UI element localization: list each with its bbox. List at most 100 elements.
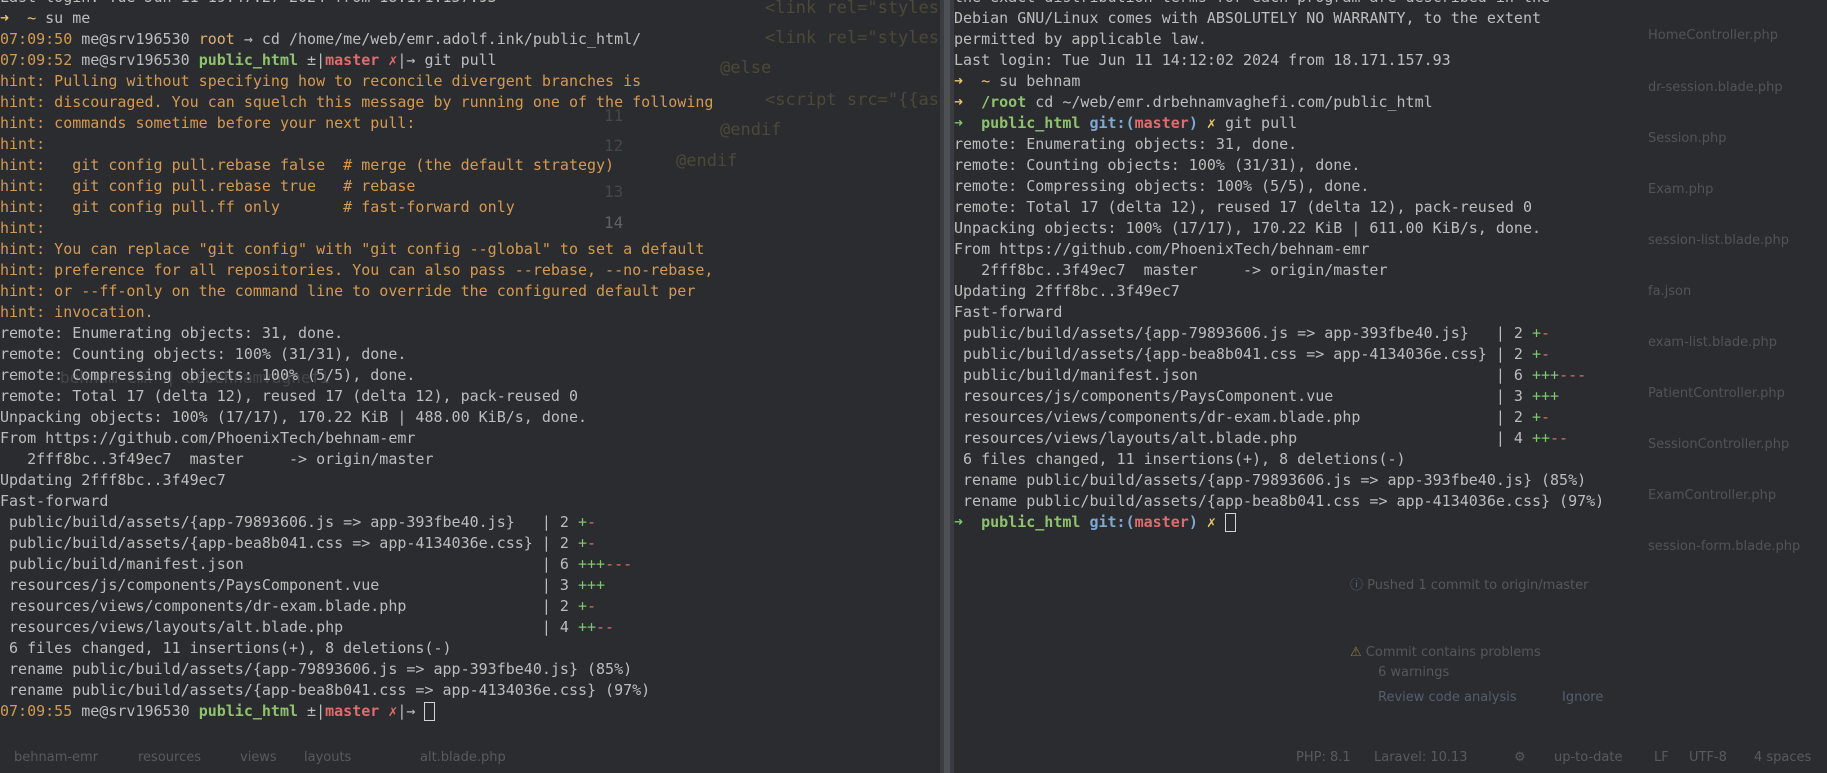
terminal-text: public_html	[198, 702, 299, 720]
terminal-line: Last login: Tue Jun 11 14:12:02 2024 fro…	[954, 50, 1604, 71]
terminal-text: +++	[1531, 366, 1560, 384]
terminal-text: Updating 2fff8bc..3f49ec7	[954, 282, 1180, 300]
terminal-line: hint: Pulling without specifying how to …	[0, 71, 713, 92]
terminal-line: public/build/assets/{app-bea8b041.css =>…	[0, 533, 713, 554]
terminal-text: permitted by applicable law.	[954, 30, 1207, 48]
terminal-line: public/build/manifest.json | 6 +++---	[0, 554, 713, 575]
terminal-text: resources/js/components/PaysComponent.vu…	[954, 387, 1532, 405]
terminal-line: Unpacking objects: 100% (17/17), 170.22 …	[954, 218, 1604, 239]
status-encoding[interactable]: UTF-8	[1689, 750, 1727, 765]
terminal-text: 6 files changed, 11 insertions(+), 8 del…	[0, 639, 452, 657]
terminal-line: remote: Compressing objects: 100% (5/5),…	[0, 365, 713, 386]
terminal-text: -	[587, 534, 597, 552]
breadcrumb-item[interactable]: layouts	[304, 750, 351, 765]
terminal-text: remote: Counting objects: 100% (31/31), …	[954, 156, 1361, 174]
terminal-text: cd ~/web/emr.drbehnamvaghefi.com/public_…	[1026, 93, 1433, 111]
ghost-file-item: SessionController.php	[1648, 437, 1790, 452]
terminal-line: ➜ public_html git:(master) ✗	[954, 512, 1604, 533]
terminal-line: hint: git config pull.rebase true # reba…	[0, 176, 713, 197]
terminal-text: me@srv196530	[81, 51, 199, 69]
terminal-line: public/build/assets/{app-79893606.js => …	[954, 323, 1604, 344]
terminal-line: permitted by applicable law.	[954, 29, 1604, 50]
left-terminal-output[interactable]: Last login: Tue Jun 11 19:47:27 2024 fro…	[0, 0, 713, 722]
terminal-line: 07:09:50 me@srv196530 root → cd /home/me…	[0, 29, 713, 50]
terminal-text: From https://github.com/PhoenixTech/behn…	[954, 240, 1370, 258]
terminal-text: → cd /home/me/web/emr.adolf.ink/public_h…	[234, 30, 642, 48]
terminal-line: public/build/manifest.json | 6 +++---	[954, 365, 1604, 386]
ghost-file-item: dr-session.blade.php	[1648, 80, 1783, 95]
status-indent[interactable]: 4 spaces	[1754, 750, 1811, 765]
terminal-text: hint: commands sometime before your next…	[0, 114, 416, 132]
gear-icon[interactable]: ⚙	[1514, 750, 1526, 765]
pane-divider[interactable]	[940, 0, 954, 773]
terminal-line: 07:09:52 me@srv196530 public_html ±|mast…	[0, 50, 713, 71]
terminal-text: public_html	[198, 51, 299, 69]
terminal-text: +	[1531, 408, 1541, 426]
terminal-line: Updating 2fff8bc..3f49ec7	[0, 470, 713, 491]
terminal-text: +++	[577, 576, 606, 594]
terminal-text: -	[587, 513, 597, 531]
terminal-text: resources/js/components/PaysComponent.vu…	[0, 576, 578, 594]
ghost-notification-sub: 6 warnings	[1378, 665, 1450, 680]
ghost-code-line: <link rel="stylesheet" href="{{asset('bu…	[765, 28, 940, 48]
terminal-text: -	[1541, 324, 1551, 342]
terminal-line: 6 files changed, 11 insertions(+), 8 del…	[0, 638, 713, 659]
terminal-line: hint:	[0, 134, 713, 155]
terminal-text: Last login: Tue Jun 11 19:47:27 2024 fro…	[0, 0, 497, 6]
terminal-text: git:(	[1089, 513, 1135, 531]
terminal-text: the exact distribution terms for each pr…	[954, 0, 1550, 6]
terminal-text: remote: Counting objects: 100% (31/31), …	[0, 345, 407, 363]
ghost-notification-pushed: ⓘ Pushed 1 commit to origin/master	[1350, 578, 1589, 593]
terminal-text: |→	[397, 702, 425, 720]
terminal-text: master	[325, 702, 380, 720]
status-vcs[interactable]: up-to-date	[1554, 750, 1622, 765]
terminal-line: resources/views/components/dr-exam.blade…	[954, 407, 1604, 428]
terminal-text: resources/views/components/dr-exam.blade…	[0, 597, 578, 615]
breadcrumb-item[interactable]: behnam-emr	[14, 750, 98, 765]
terminal-line: hint:	[0, 218, 713, 239]
terminal-text: )	[1188, 513, 1198, 531]
ghost-code-line: <script src="{{asset('build/assets/app-3…	[765, 90, 940, 110]
terminal-text: master	[1134, 513, 1189, 531]
terminal-text: -	[587, 597, 597, 615]
divider-handle[interactable]	[944, 0, 950, 773]
status-php[interactable]: PHP: 8.1	[1296, 750, 1351, 765]
terminal-text: public_html	[981, 114, 1090, 132]
terminal-line: hint: preference for all repositories. Y…	[0, 260, 713, 281]
left-terminal-pane[interactable]: 11 12 13 14 <link rel="stylesheet" href=…	[0, 0, 940, 773]
ghost-file-item: Session.php	[1648, 131, 1727, 146]
terminal-text: rename public/build/assets/{app-79893606…	[0, 660, 633, 678]
terminal-text: --	[1550, 429, 1569, 447]
breadcrumb-item[interactable]: alt.blade.php	[420, 750, 506, 765]
terminal-text: me@srv196530	[81, 30, 199, 48]
terminal-line: remote: Enumerating objects: 31, done.	[0, 323, 713, 344]
terminal-line: hint: You can replace "git config" with …	[0, 239, 713, 260]
terminal-text: +	[1531, 324, 1541, 342]
terminal-cursor[interactable]	[424, 702, 436, 721]
terminal-line: rename public/build/assets/{app-79893606…	[954, 470, 1604, 491]
breadcrumb-item[interactable]: resources	[138, 750, 201, 765]
breadcrumb-item[interactable]: views	[240, 750, 277, 765]
ghost-file-item: PatientController.php	[1648, 386, 1785, 401]
terminal-line: resources/views/layouts/alt.blade.php | …	[0, 617, 713, 638]
terminal-text: ✗	[379, 51, 398, 69]
terminal-line: 2fff8bc..3f49ec7 master -> origin/master	[0, 449, 713, 470]
terminal-text: resources/views/layouts/alt.blade.php | …	[0, 618, 578, 636]
status-line-sep[interactable]: LF	[1654, 750, 1669, 765]
terminal-text: resources/views/layouts/alt.blade.php | …	[954, 429, 1532, 447]
ghost-review-link[interactable]: Review code analysis	[1378, 690, 1517, 705]
terminal-line: From https://github.com/PhoenixTech/behn…	[0, 428, 713, 449]
ide-breadcrumb: behnam-emr resources views layouts alt.b…	[0, 744, 940, 770]
ghost-ignore-link[interactable]: Ignore	[1562, 690, 1603, 705]
status-laravel[interactable]: Laravel: 10.13	[1374, 750, 1468, 765]
right-terminal-output[interactable]: the exact distribution terms for each pr…	[954, 0, 1604, 533]
terminal-line: resources/js/components/PaysComponent.vu…	[954, 386, 1604, 407]
terminal-text: public/build/manifest.json | 6	[954, 366, 1532, 384]
terminal-line: hint: or --ff-only on the command line t…	[0, 281, 713, 302]
terminal-line: ➜ ~ su behnam	[954, 71, 1604, 92]
terminal-cursor[interactable]	[1224, 513, 1236, 532]
terminal-text: public/build/assets/{app-bea8b041.css =>…	[954, 345, 1532, 363]
terminal-line: rename public/build/assets/{app-79893606…	[0, 659, 713, 680]
terminal-text: )	[1188, 114, 1198, 132]
terminal-text: -	[1541, 408, 1551, 426]
